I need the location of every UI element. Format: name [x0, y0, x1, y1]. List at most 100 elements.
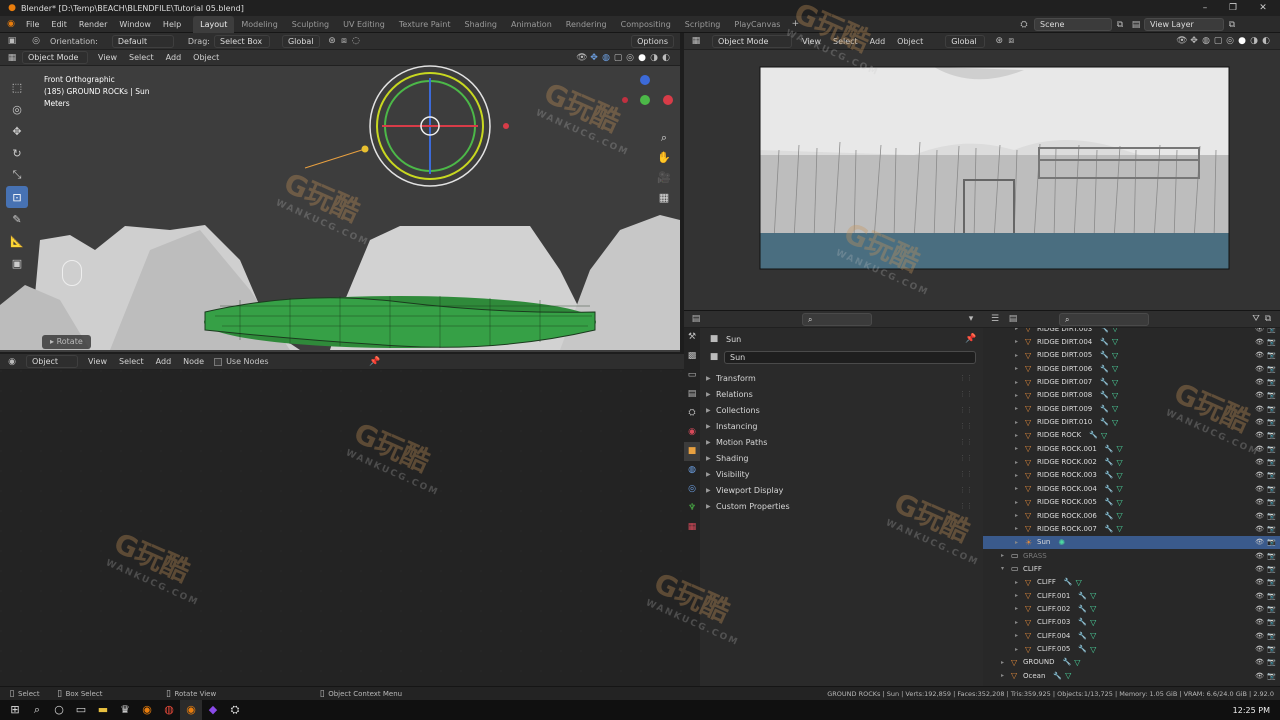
gizmo-icon[interactable]: ✥ — [1188, 35, 1200, 47]
last-operator-panel[interactable]: ▸ Rotate — [42, 335, 91, 349]
outliner-item[interactable]: ▸ ▽ RIDGE DIRT.008 🔧 ▽ 👁 📷 — [983, 389, 1280, 402]
tab-compositing[interactable]: Compositing — [614, 16, 678, 33]
visibility-eye-icon[interactable]: 👁 — [1255, 365, 1264, 373]
pivot-icon[interactable]: ⊛ — [993, 35, 1005, 47]
properties-options-icon[interactable]: ▾ — [965, 313, 977, 325]
tab-layout[interactable]: Layout — [193, 15, 235, 33]
disclosure-triangle-icon[interactable]: ▸ — [1001, 659, 1011, 666]
tool-tab-icon[interactable]: ⚒ — [684, 328, 700, 347]
outliner-item[interactable]: ▸ ▽ RIDGE ROCK.001 🔧 ▽ 👁 📷 — [983, 442, 1280, 455]
disclosure-triangle-icon[interactable]: ▸ — [1015, 365, 1025, 372]
disclosure-triangle-icon[interactable]: ▸ — [1015, 392, 1025, 399]
disclosure-triangle-icon[interactable]: ▸ — [1015, 459, 1025, 466]
outliner-collection[interactable]: ▾ ▭ CLIFF 👁 📷 — [983, 562, 1280, 575]
render-camera-icon[interactable]: 📷 — [1267, 592, 1276, 600]
disclosure-triangle-icon[interactable]: ▸ — [1015, 592, 1025, 599]
panel-viewport-display[interactable]: ▶ Viewport Display ⋮⋮ — [700, 482, 983, 498]
disclosure-triangle-icon[interactable]: ▸ — [1015, 338, 1025, 345]
node-editor-menu-view[interactable]: View — [82, 353, 113, 370]
active-tool-icon[interactable]: ◎ — [30, 35, 42, 47]
outliner-item[interactable]: ▸ ▽ RIDGE ROCK.005 🔧 ▽ 👁 📷 — [983, 496, 1280, 509]
right-3d-viewport[interactable] — [684, 50, 1280, 310]
menu-help[interactable]: Help — [157, 16, 187, 33]
search-icon[interactable]: ⌕ — [26, 700, 48, 720]
outliner-item[interactable]: ▸ ▽ RIDGE ROCK.004 🔧 ▽ 👁 📷 — [983, 482, 1280, 495]
outliner-item[interactable]: ▸ ▽ RIDGE DIRT.006 🔧 ▽ 👁 📷 — [983, 362, 1280, 375]
use-nodes-checkbox[interactable] — [214, 357, 223, 366]
world-tab-icon[interactable]: ◉ — [684, 423, 700, 442]
task-view-icon[interactable]: ▭ — [70, 700, 92, 720]
properties-search-field[interactable]: ⌕ — [802, 312, 872, 326]
disclosure-triangle-icon[interactable]: ▸ — [1015, 432, 1025, 439]
constraints-tab-icon[interactable]: ♆ — [684, 499, 700, 518]
visibility-eye-icon[interactable]: 👁 — [1255, 552, 1264, 560]
render-camera-icon[interactable]: 📷 — [1267, 338, 1276, 346]
visibility-eye-icon[interactable]: 👁 — [1255, 618, 1264, 626]
render-camera-icon[interactable]: 📷 — [1267, 471, 1276, 479]
minimize-button[interactable]: – — [1192, 0, 1218, 16]
measure-tool-icon[interactable]: 📐 — [6, 230, 28, 252]
menu-render[interactable]: Render — [73, 16, 113, 33]
object-tab-icon[interactable]: ■ — [684, 442, 700, 461]
outliner-item[interactable]: ▸ ▽ CLIFF.001 🔧 ▽ 👁 📷 — [983, 589, 1280, 602]
disclosure-triangle-icon[interactable]: ▸ — [1001, 552, 1011, 559]
render-camera-icon[interactable]: 📷 — [1267, 512, 1276, 520]
solid-shading-icon[interactable]: ● — [1236, 35, 1248, 47]
modifier-tab-icon[interactable]: ◍ — [684, 461, 700, 480]
disclosure-triangle-icon[interactable]: ▸ — [1015, 539, 1025, 546]
tab-shading[interactable]: Shading — [457, 16, 504, 33]
disclosure-triangle-icon[interactable]: ▸ — [1015, 512, 1025, 519]
render-camera-icon[interactable]: 📷 — [1267, 445, 1276, 453]
render-camera-icon[interactable]: 📷 — [1267, 351, 1276, 359]
panel-custom-properties[interactable]: ▶ Custom Properties ⋮⋮ — [700, 498, 983, 514]
render-camera-icon[interactable]: 📷 — [1267, 618, 1276, 626]
visibility-eye-icon[interactable]: 👁 — [1255, 458, 1264, 466]
annotate-tool-icon[interactable]: ✎ — [6, 208, 28, 230]
blender-menu-icon[interactable]: ◉ — [5, 18, 17, 30]
outliner-search-field[interactable]: ⌕ — [1059, 312, 1149, 326]
disclosure-triangle-icon[interactable]: ▸ — [1015, 352, 1025, 359]
visibility-eye-icon[interactable]: 👁 — [1255, 338, 1264, 346]
tab-sculpting[interactable]: Sculpting — [285, 16, 336, 33]
menu-file[interactable]: File — [20, 16, 45, 33]
scene-field[interactable]: Scene — [1034, 18, 1112, 31]
panel-transform[interactable]: ▶ Transform ⋮⋮ — [700, 370, 983, 386]
camera-view-icon[interactable]: 🎥 — [656, 168, 672, 188]
menu-window[interactable]: Window — [113, 16, 157, 33]
render-camera-icon[interactable]: 📷 — [1267, 405, 1276, 413]
disclosure-triangle-icon[interactable]: ▸ — [1015, 499, 1025, 506]
add-cube-tool-icon[interactable]: ▣ — [6, 252, 28, 274]
editor-type-icon[interactable]: ☰ — [989, 313, 1001, 325]
disclosure-triangle-icon[interactable]: ▸ — [1015, 605, 1025, 612]
ortho-grid-icon[interactable]: ▦ — [656, 188, 672, 208]
render-camera-icon[interactable]: 📷 — [1267, 658, 1276, 666]
disclosure-triangle-icon[interactable]: ▾ — [1001, 565, 1011, 572]
rendered-shading-icon[interactable]: ◐ — [1260, 35, 1272, 47]
render-camera-icon[interactable]: 📷 — [1267, 431, 1276, 439]
render-camera-icon[interactable]: 📷 — [1267, 458, 1276, 466]
new-collection-icon[interactable]: ⧉ — [1262, 313, 1274, 325]
snap-icon[interactable]: ⧈ — [338, 35, 350, 47]
outliner-item[interactable]: ▸ ▽ RIDGE DIRT.003 🔧 ▽ 👁 📷 — [983, 328, 1280, 335]
panel-shading[interactable]: ▶ Shading ⋮⋮ — [700, 450, 983, 466]
visibility-eye-icon[interactable]: 👁 — [1255, 578, 1264, 586]
visibility-eye-icon[interactable]: 👁 — [1255, 485, 1264, 493]
disclosure-triangle-icon[interactable]: ▸ — [1015, 632, 1025, 639]
editor-type-icon[interactable]: ◉ — [6, 356, 18, 368]
outliner-item[interactable]: ▸ ▽ GROUND 🔧 ▽ 👁 📷 — [983, 656, 1280, 669]
outliner-item[interactable]: ▸ ▽ CLIFF.002 🔧 ▽ 👁 📷 — [983, 602, 1280, 615]
app-icon-2[interactable]: ◉ — [136, 700, 158, 720]
outliner-item[interactable]: ▸ ▽ CLIFF.005 🔧 ▽ 👁 📷 — [983, 642, 1280, 655]
outliner-item[interactable]: ▸ ☀ Sun ✺ 👁 📷 — [983, 535, 1280, 549]
view-layer-field[interactable]: View Layer — [1144, 18, 1224, 31]
right-viewport-menu-add[interactable]: Add — [864, 33, 892, 50]
visibility-icon[interactable]: 👁 — [1176, 35, 1188, 47]
render-camera-icon[interactable]: 📷 — [1267, 605, 1276, 613]
outliner-item[interactable]: ▸ ▽ RIDGE DIRT.009 🔧 ▽ 👁 📷 — [983, 402, 1280, 415]
pin-icon[interactable]: 📌 — [965, 333, 977, 345]
right-viewport-menu-select[interactable]: Select — [827, 33, 864, 50]
tab-texture-paint[interactable]: Texture Paint — [392, 16, 458, 33]
tab-modeling[interactable]: Modeling — [234, 16, 284, 33]
visibility-eye-icon[interactable]: 👁 — [1255, 512, 1264, 520]
disclosure-triangle-icon[interactable]: ▸ — [1015, 379, 1025, 386]
